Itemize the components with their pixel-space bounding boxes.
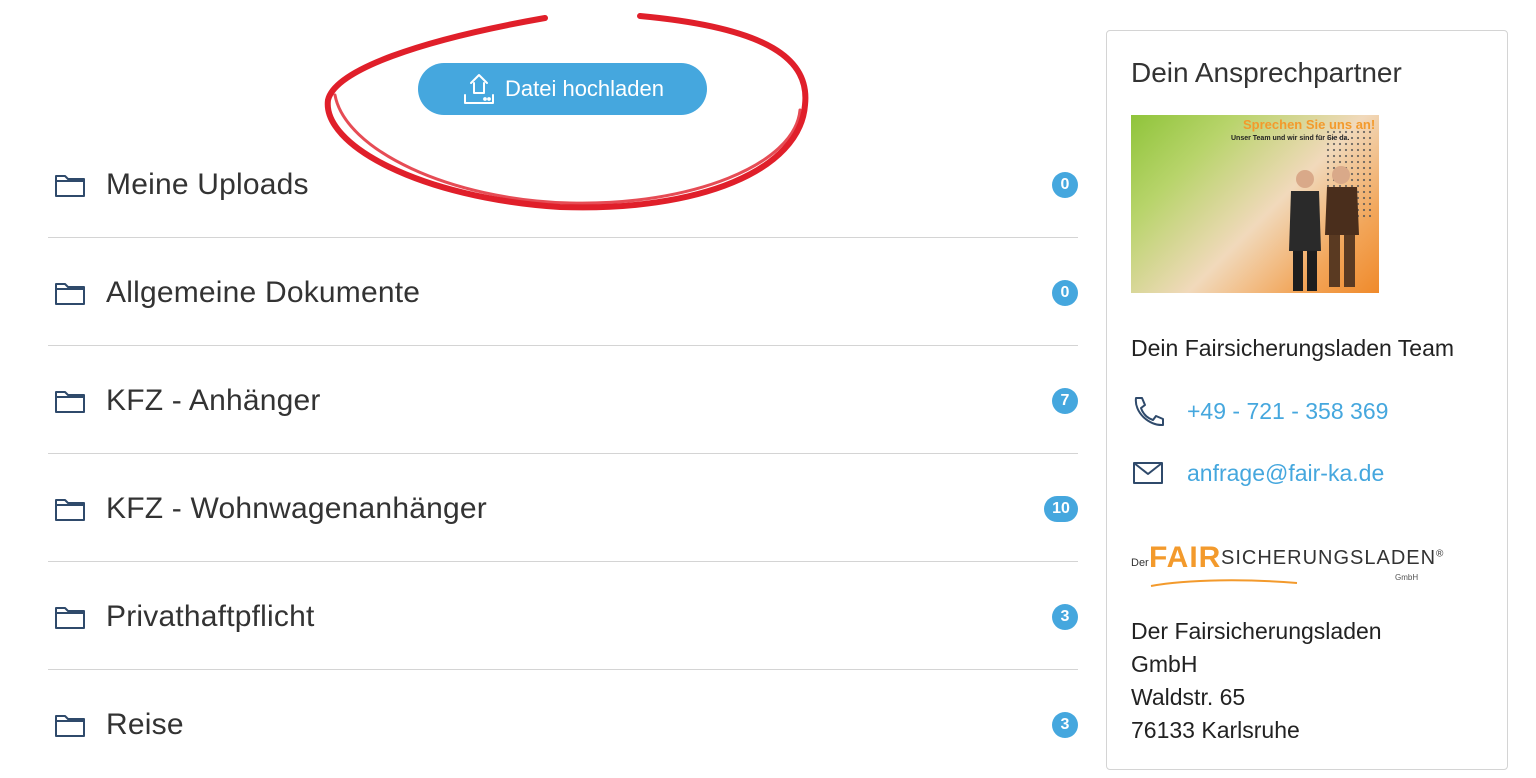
count-badge: 10 [1044, 496, 1078, 522]
count-badge: 7 [1052, 388, 1078, 414]
phone-icon [1131, 395, 1167, 427]
address-line: Der Fairsicherungsladen [1131, 618, 1382, 644]
brand-logo: Der FAIR SICHERUNGSLADEN® GmbH [1131, 541, 1443, 595]
count-badge: 3 [1052, 604, 1078, 630]
email-link[interactable]: anfrage@fair-ka.de [1131, 457, 1384, 489]
folder-icon [54, 172, 86, 198]
folder-label: Meine Uploads [106, 168, 309, 201]
folder-label: Allgemeine Dokumente [106, 276, 421, 309]
folder-icon [54, 604, 86, 630]
count-badge: 0 [1052, 280, 1078, 306]
address-line: 76133 Karlsruhe [1131, 717, 1300, 743]
company-address: Der Fairsicherungsladen GmbH Waldstr. 65… [1131, 615, 1431, 747]
count-badge: 3 [1052, 712, 1078, 738]
folder-icon [54, 280, 86, 306]
upload-icon [461, 71, 497, 107]
count-badge: 0 [1052, 172, 1078, 198]
phone-link[interactable]: +49 - 721 - 358 369 [1131, 395, 1388, 427]
folder-item-reise[interactable]: Reise 3 [48, 670, 1078, 778]
upload-file-label: Datei hochladen [504, 76, 664, 101]
folder-icon [54, 712, 86, 738]
folder-label: KFZ - Wohnwagenanhänger [106, 492, 487, 525]
address-line: Waldstr. 65 [1131, 684, 1246, 710]
folder-item-privathaftpflicht[interactable]: Privathaftpflicht 3 [48, 562, 1078, 670]
folder-icon [54, 496, 86, 522]
folder-label: Privathaftpflicht [106, 600, 315, 633]
folder-item-allgemeine-dokumente[interactable]: Allgemeine Dokumente 0 [48, 238, 1078, 346]
team-name: Dein Fairsicherungsladen Team [1131, 335, 1455, 361]
folder-item-kfz-anhaenger[interactable]: KFZ - Anhänger 7 [48, 346, 1078, 454]
team-photo [1289, 166, 1359, 291]
contact-team-image: Sprechen Sie uns an! Unser Team und wir … [1131, 115, 1379, 293]
folder-label: KFZ - Anhänger [106, 384, 321, 417]
folder-list: Meine Uploads 0 Allgemeine Dokumente 0 K… [48, 130, 1078, 778]
folder-label: Reise [106, 708, 184, 741]
card-title: Dein Ansprechpartner [1131, 57, 1402, 88]
envelope-icon [1131, 457, 1167, 489]
contact-card: Dein Ansprechpartner Sprechen Sie uns an… [1106, 30, 1508, 770]
upload-file-button[interactable]: Datei hochladen [418, 63, 707, 115]
phone-number: +49 - 721 - 358 369 [1187, 397, 1389, 424]
folder-icon [54, 388, 86, 414]
address-line: GmbH [1131, 651, 1198, 677]
folder-item-kfz-wohnwagenanhaenger[interactable]: KFZ - Wohnwagenanhänger 10 [48, 454, 1078, 562]
folder-item-meine-uploads[interactable]: Meine Uploads 0 [48, 130, 1078, 238]
email-address: anfrage@fair-ka.de [1187, 459, 1385, 486]
